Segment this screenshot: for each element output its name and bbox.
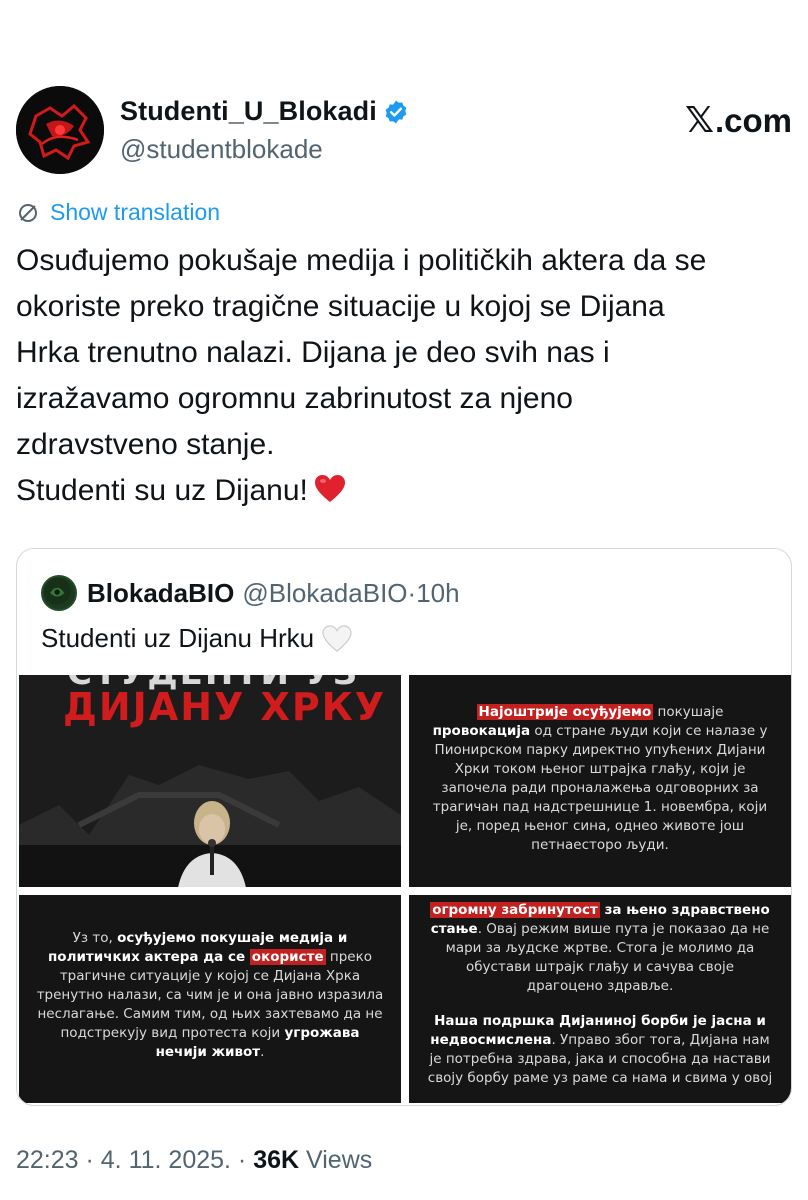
quoted-time[interactable]: 10h — [416, 578, 459, 609]
quoted-text: Studenti uz Dijanu Hrku — [41, 623, 352, 654]
tweet-line: Hrka trenutno nalazi. Dijana je deo svih… — [16, 336, 610, 369]
views-label: Views — [299, 1146, 373, 1174]
quoted-handle[interactable]: @BlokadaBIO — [242, 578, 407, 609]
quoted-avatar[interactable] — [41, 575, 77, 611]
tile3-text-part: Уз то, — [72, 930, 118, 946]
meta-separator: · — [230, 1146, 254, 1174]
tile2-highlight: Најоштрије осуђујемо — [476, 704, 654, 720]
site-logo: 𝕏 .com — [685, 100, 792, 141]
verified-badge-icon — [385, 100, 407, 123]
media-image-4[interactable]: огромну забринутост за њено здравствено … — [409, 895, 791, 1103]
tweet-meta: 22:23 · 4. 11. 2025. · 36K Views — [16, 1146, 372, 1175]
red-heart-emoji-icon — [314, 475, 345, 502]
tweet-line: Osuđujemo pokušaje medija i političkih a… — [16, 244, 707, 277]
tweet-text: Osuđujemo pokušaje medija i političkih a… — [16, 238, 792, 514]
tweet-header: Studenti_U_Blokadi @studentblokade 𝕏 .com — [16, 84, 792, 176]
tile2-text: Најоштрије осуђујемо покушаје провокациј… — [427, 703, 773, 855]
red-logo-avatar-icon — [16, 86, 104, 174]
tile3-text-part: . — [260, 1044, 265, 1060]
quoted-text-label: Studenti uz Dijanu Hrku — [41, 623, 315, 653]
author-handle[interactable]: @studentblokade — [120, 134, 323, 165]
media-grid: СТУДЕНТИ УЗ ДИЈАНУ ХРКУ Најоштрије осуђу… — [19, 675, 791, 1103]
tile4-text-part: . Овај режим више пута је показао да не … — [445, 921, 770, 994]
tile3-text: Уз то, осуђујемо покушаје медија и полит… — [33, 929, 387, 1062]
tile1-title: ДИЈАНУ ХРКУ — [63, 685, 387, 729]
x-logo-icon: 𝕏 — [684, 100, 714, 141]
tweet-line: Studenti su uz Dijanu! — [16, 474, 308, 507]
tile3-highlight: окористе — [249, 949, 326, 965]
media-image-1[interactable]: СТУДЕНТИ УЗ ДИЈАНУ ХРКУ — [19, 675, 401, 887]
tweet-date[interactable]: 4. 11. 2025. — [101, 1146, 231, 1174]
views-count: 36K — [253, 1146, 300, 1174]
quoted-tweet[interactable]: BlokadaBIO @BlokadaBIO · 10h Studenti uz… — [16, 548, 792, 1106]
site-label: .com — [714, 101, 792, 139]
author-avatar[interactable] — [16, 86, 104, 174]
translate-icon — [19, 203, 37, 222]
tweet-line: izražavamo ogromnu zabrinutost za njeno — [16, 382, 573, 415]
tile2-text-part: од стране људи који се налазе у Пионирск… — [432, 723, 768, 853]
tweet-time[interactable]: 22:23 — [16, 1146, 79, 1174]
white-heart-emoji-icon — [322, 624, 352, 652]
author-display-name[interactable]: Studenti_U_Blokadi — [120, 96, 377, 127]
tweet-line-last: Studenti su uz Dijanu! — [16, 468, 792, 514]
meta-separator: · — [78, 1146, 101, 1174]
tile2-text-part: покушаје — [653, 704, 724, 720]
woman-figure-icon — [178, 801, 246, 887]
tile4-text: огромну забринутост за њено здравствено … — [427, 901, 773, 1088]
tweet-line: zdravstveno stanje. — [16, 428, 275, 461]
tile4-highlight: огромну забринутост — [430, 902, 600, 918]
tweet-line: okoriste preko tragične situacije u kojo… — [16, 290, 665, 323]
green-logo-avatar-icon — [43, 577, 71, 605]
media-image-3[interactable]: Уз то, осуђујемо покушаје медија и полит… — [19, 895, 401, 1103]
quoted-display-name[interactable]: BlokadaBIO — [87, 578, 234, 609]
tile2-bold: провокација — [432, 723, 531, 739]
media-image-2[interactable]: Најоштрије осуђујемо покушаје провокациј… — [409, 675, 791, 887]
show-translation-link[interactable]: Show translation — [16, 199, 220, 226]
quoted-header: BlokadaBIO @BlokadaBIO · 10h — [41, 575, 460, 611]
show-translation-label: Show translation — [50, 199, 221, 225]
quoted-separator: · — [407, 577, 417, 608]
